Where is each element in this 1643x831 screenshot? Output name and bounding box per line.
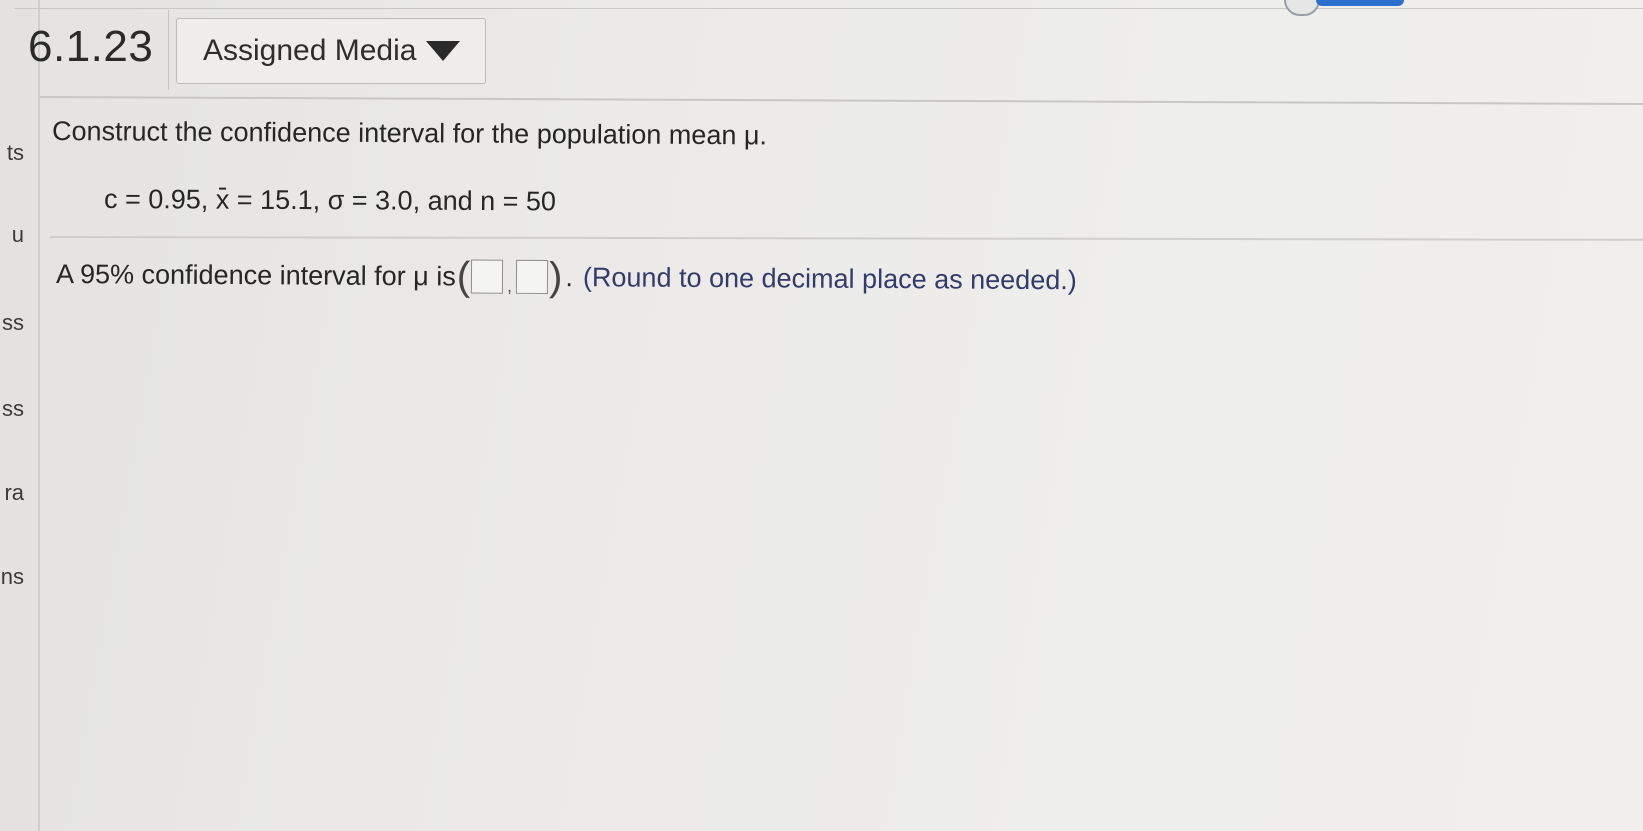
assigned-media-label: Assigned Media: [203, 34, 417, 67]
sidebar-item-fragment[interactable]: ss: [2, 396, 24, 422]
sidebar-item-fragment[interactable]: u: [12, 222, 24, 248]
answer-lead-text: A 95% confidence interval for μ is: [55, 258, 456, 291]
top-action-button[interactable]: [1316, 0, 1404, 6]
given-values: c = 0.95, x = 15.1, σ = 3.0, and n = 50: [104, 184, 556, 217]
comma-separator: ,: [506, 275, 513, 296]
given-c: c = 0.95,: [103, 184, 216, 215]
screen: ts u ss ss ra ons 6.1.23 Assigned Media …: [0, 0, 1643, 831]
open-paren: (: [456, 254, 471, 299]
header-divider: [168, 10, 169, 90]
sidebar-item-fragment[interactable]: ss: [2, 310, 24, 336]
triangle-down-icon: [426, 41, 461, 61]
left-sidebar: ts u ss ss ra ons: [0, 0, 40, 831]
sidebar-item-fragment[interactable]: ons: [0, 564, 24, 590]
close-paren: ): [548, 255, 563, 300]
answer-line: A 95% confidence interval for μ is ( , )…: [56, 254, 1077, 300]
period: .: [565, 261, 574, 292]
x-bar-symbol: x: [215, 184, 230, 215]
rounding-instruction: (Round to one decimal place as needed.): [582, 261, 1077, 295]
assigned-media-dropdown[interactable]: Assigned Media: [176, 18, 486, 84]
given-rest: = 15.1, σ = 3.0, and n = 50: [229, 184, 557, 217]
lower-bound-input[interactable]: [470, 259, 504, 294]
question-prompt: Construct the confidence interval for th…: [51, 116, 768, 151]
question-divider: [49, 236, 1643, 241]
header-rule: [39, 96, 1643, 105]
sidebar-item-fragment[interactable]: ra: [4, 480, 24, 506]
sidebar-item-fragment[interactable]: ts: [7, 140, 24, 166]
question-number: 6.1.23: [28, 22, 154, 71]
question-header: 6.1.23 Assigned Media: [14, 10, 1643, 95]
upper-bound-input[interactable]: [516, 259, 549, 295]
top-divider: [14, 8, 1643, 9]
